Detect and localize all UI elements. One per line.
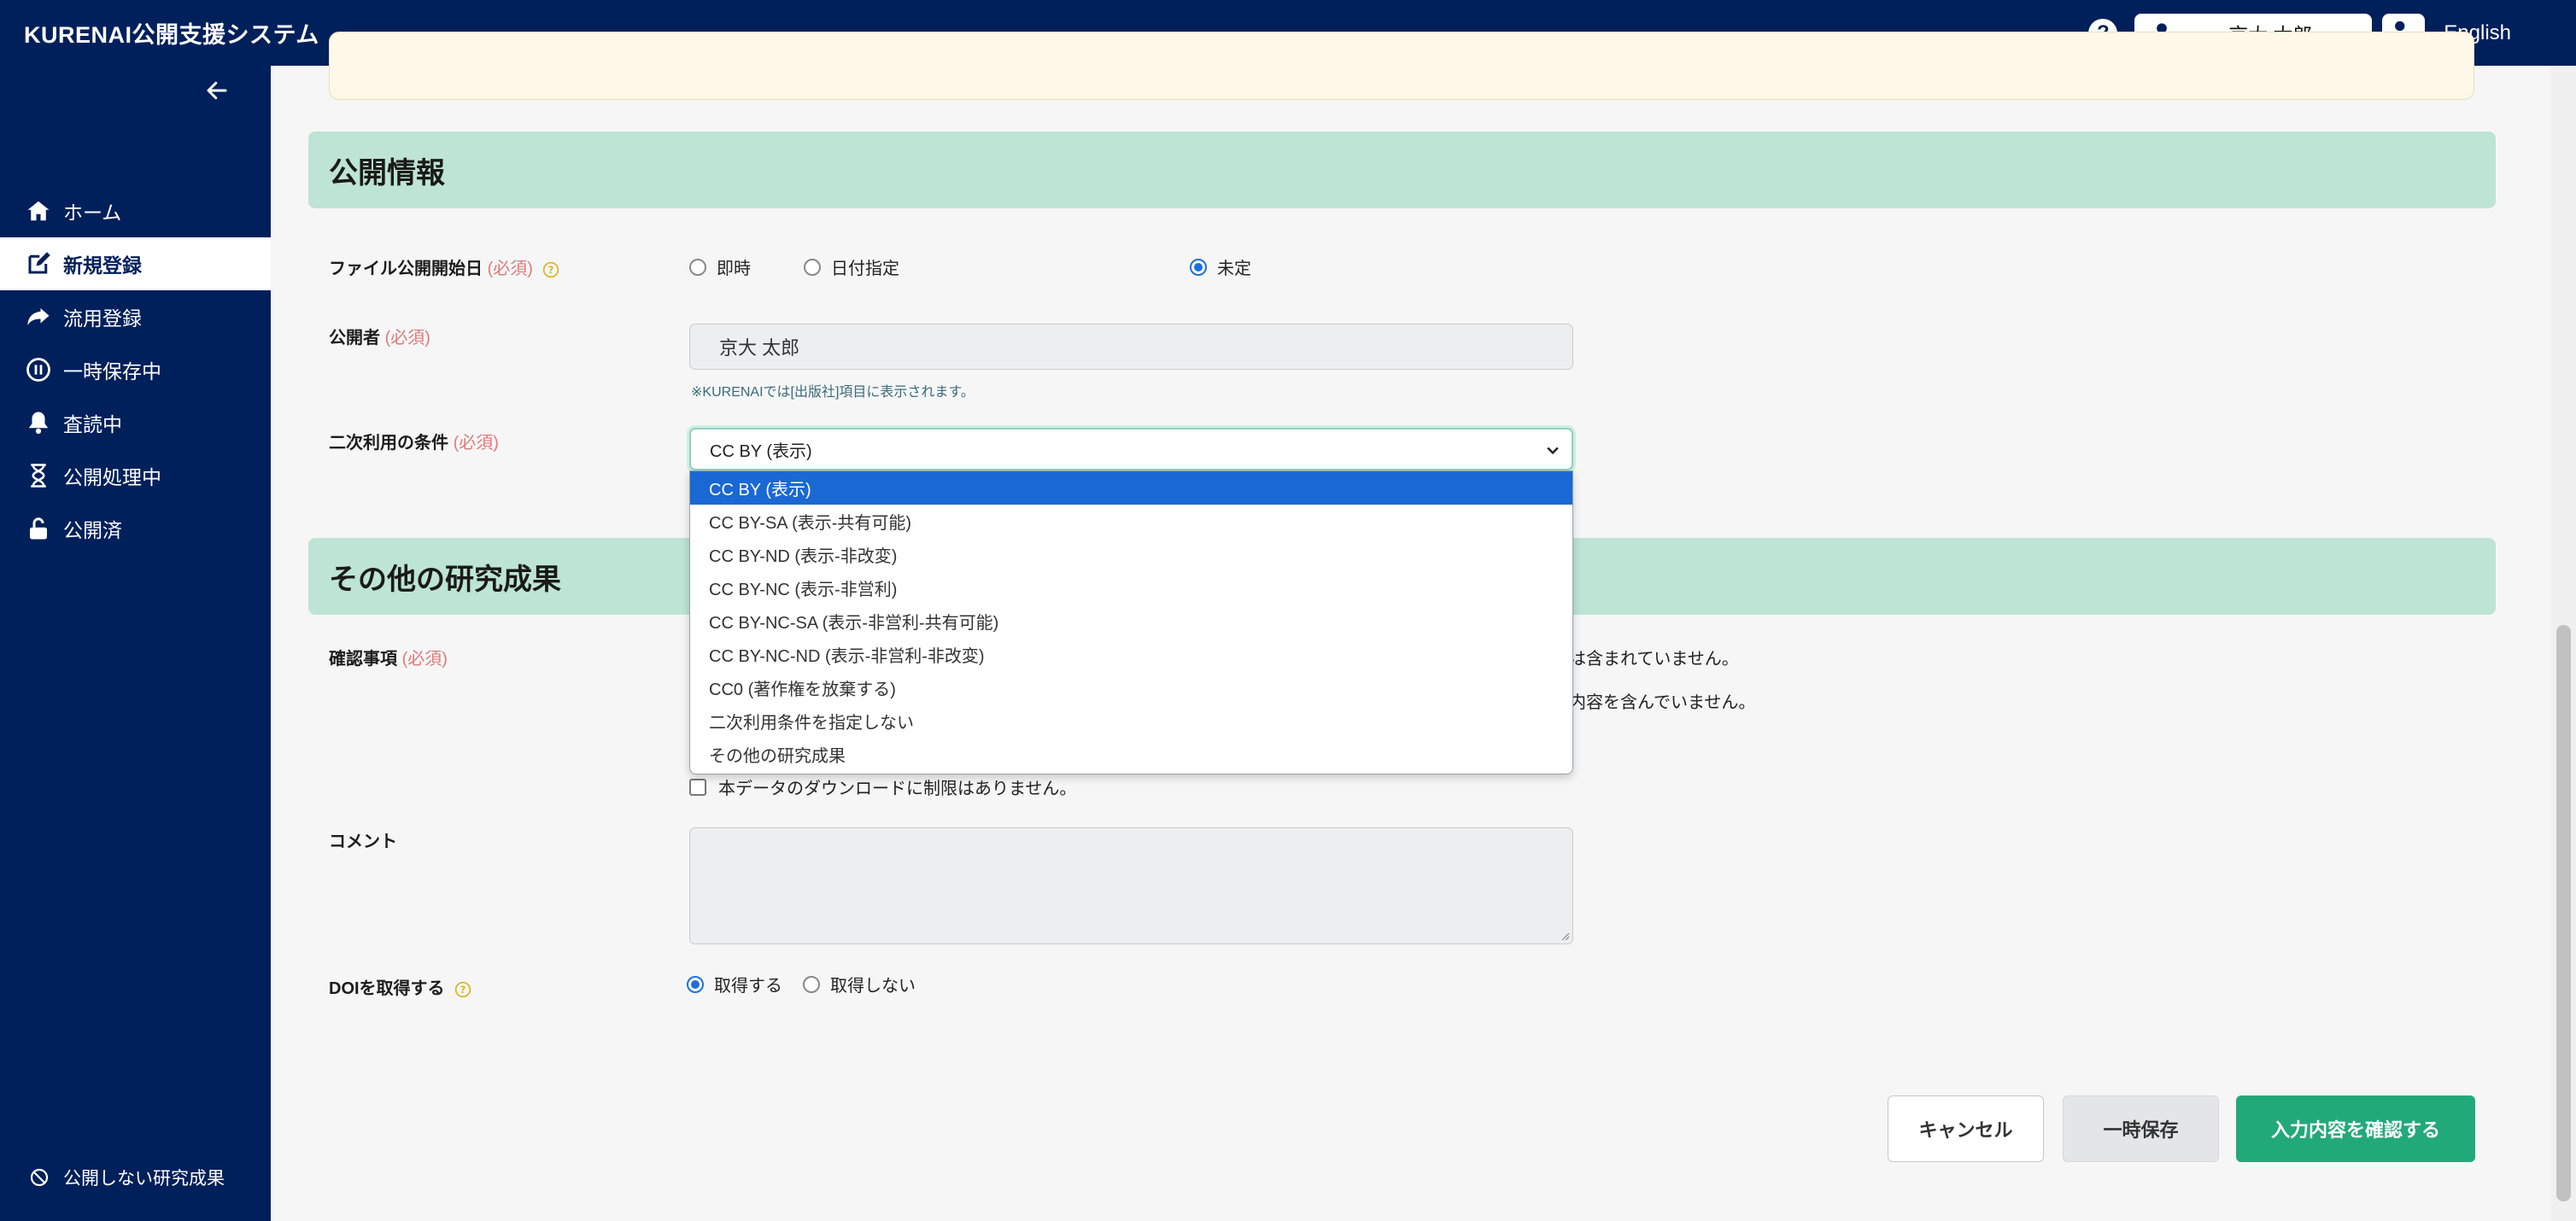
sidebar-item-unpublished-results[interactable]: 公開しない研究成果 (0, 1160, 271, 1195)
sidebar-item-label: 一時保存中 (63, 360, 161, 383)
save-draft-button[interactable]: 一時保存 (2063, 1095, 2219, 1162)
scrollbar-thumb[interactable] (2556, 625, 2571, 1201)
confirm-text-1: 報は含まれていません。 (1552, 650, 1739, 669)
license-option[interactable]: CC BY-NC-ND (表示-非営利-非改変) (690, 638, 1572, 671)
edit-icon (28, 252, 50, 274)
radio-circle-checked (687, 975, 704, 993)
help-circle-icon[interactable]: ? (454, 981, 471, 998)
sidebar-item-label: 公開処理中 (63, 466, 161, 488)
svg-text:?: ? (460, 984, 466, 996)
radio-doi-obtain[interactable]: 取得する (687, 972, 782, 996)
license-select[interactable]: CC BY (表示) (689, 428, 1573, 470)
sidebar-item-published[interactable]: 公開済 (0, 502, 271, 555)
publisher-label: 公開者 (必須) (329, 329, 430, 348)
svg-text:?: ? (548, 264, 554, 276)
radio-release-date[interactable]: 日付指定 (804, 254, 899, 279)
license-option[interactable]: CC BY-NC (表示-非営利) (690, 571, 1572, 605)
confirm-checkbox-download[interactable]: 本データのダウンロードに制限はありません。 (689, 774, 1076, 799)
sidebar-item-reuse-registration[interactable]: 流用登録 (0, 290, 271, 343)
sidebar-item-label: ホーム (63, 202, 122, 224)
help-circle-icon[interactable]: ? (542, 261, 559, 278)
radio-doi-not-obtain[interactable]: 取得しない (803, 972, 916, 996)
license-option[interactable]: その他の研究成果 (690, 738, 1572, 771)
sidebar-item-under-review[interactable]: 査読中 (0, 396, 271, 449)
publisher-hint: ※KURENAIでは[出版社]項目に表示されます。 (691, 385, 975, 400)
bell-icon (28, 412, 49, 435)
section-header-publication: 公開情報 (308, 131, 2496, 208)
sidebar-item-drafts[interactable]: 一時保存中 (0, 343, 271, 396)
required-mark: (必須) (401, 650, 448, 669)
required-mark: (必須) (384, 329, 430, 348)
sidebar-item-home[interactable]: ホーム (0, 184, 271, 237)
sidebar-item-label: 査読中 (63, 413, 122, 435)
doi-label: DOIを取得する ? (329, 974, 471, 999)
sidebar-bottom-label: 公開しない研究成果 (63, 1169, 225, 1189)
pause-circle-icon (26, 358, 50, 382)
sidebar-item-new-registration[interactable]: 新規登録 (0, 237, 271, 290)
radio-circle (689, 258, 706, 276)
radio-circle-checked (1190, 258, 1207, 276)
license-option[interactable]: CC0 (著作権を放棄する) (690, 671, 1572, 704)
license-option[interactable]: CC BY (表示) (690, 471, 1572, 505)
sidebar-item-label: 流用登録 (63, 307, 142, 330)
radio-circle (804, 258, 821, 276)
sidebar-item-label: 新規登録 (63, 254, 142, 277)
license-label: 二次利用の条件 (必須) (329, 434, 499, 453)
confirm-label: 確認事項 (必須) (329, 650, 448, 669)
sidebar-item-label: 公開済 (63, 519, 122, 541)
ban-icon (30, 1168, 49, 1187)
radio-release-undecided[interactable]: 未定 (1190, 254, 1251, 279)
license-select-value: CC BY (表示) (710, 441, 812, 461)
share-arrow-icon (27, 308, 50, 325)
confirm-download-text: 本データのダウンロードに制限はありません。 (718, 780, 1077, 798)
arrow-left-icon[interactable] (204, 78, 230, 103)
page-scrollbar[interactable] (2551, 66, 2576, 1221)
confirm-input-button[interactable]: 入力内容を確認する (2236, 1095, 2475, 1162)
license-dropdown-list[interactable]: CC BY (表示) CC BY-SA (表示-共有可能) CC BY-ND (… (689, 470, 1573, 774)
sidebar-nav: ホーム 新規登録 流用登録 一時保存中 査読中 公開処理中 公開済 (0, 184, 271, 555)
publisher-field[interactable]: 京大 太郎 (689, 324, 1573, 370)
notice-box (329, 32, 2474, 100)
sidebar: ホーム 新規登録 流用登録 一時保存中 査読中 公開処理中 公開済 公開しない研… (0, 66, 271, 1221)
radio-release-immediate[interactable]: 即時 (689, 254, 751, 279)
license-option[interactable]: CC BY-SA (表示-共有可能) (690, 505, 1572, 538)
home-icon (27, 201, 50, 221)
chevron-down-icon (1547, 447, 1559, 455)
license-option[interactable]: CC BY-NC-SA (表示-非営利-共有可能) (690, 605, 1572, 638)
license-option[interactable]: 二次利用条件を指定しない (690, 704, 1572, 738)
file-release-label: ファイル公開開始日 (必須) ? (329, 254, 559, 279)
sidebar-item-publishing[interactable]: 公開処理中 (0, 449, 271, 502)
app-brand[interactable]: KURENAI公開支援システム (24, 16, 319, 50)
checkbox-box (689, 778, 706, 796)
unlock-icon (30, 517, 47, 540)
resize-grip-icon[interactable] (1560, 931, 1570, 941)
hourglass-icon (31, 464, 46, 488)
required-mark: (必須) (487, 260, 533, 278)
radio-circle (803, 975, 820, 993)
confirm-text-2: る内容を含んでいません。 (1552, 693, 1756, 712)
cancel-button[interactable]: キャンセル (1888, 1095, 2044, 1162)
license-option[interactable]: CC BY-ND (表示-非改変) (690, 538, 1572, 571)
required-mark: (必須) (453, 434, 499, 453)
main-content: 公開情報 ファイル公開開始日 (必須) ? 即時 日付指定 未定 公開者 (必須… (271, 32, 2551, 1221)
comment-label: コメント (329, 832, 397, 851)
comment-textarea[interactable] (689, 827, 1573, 944)
